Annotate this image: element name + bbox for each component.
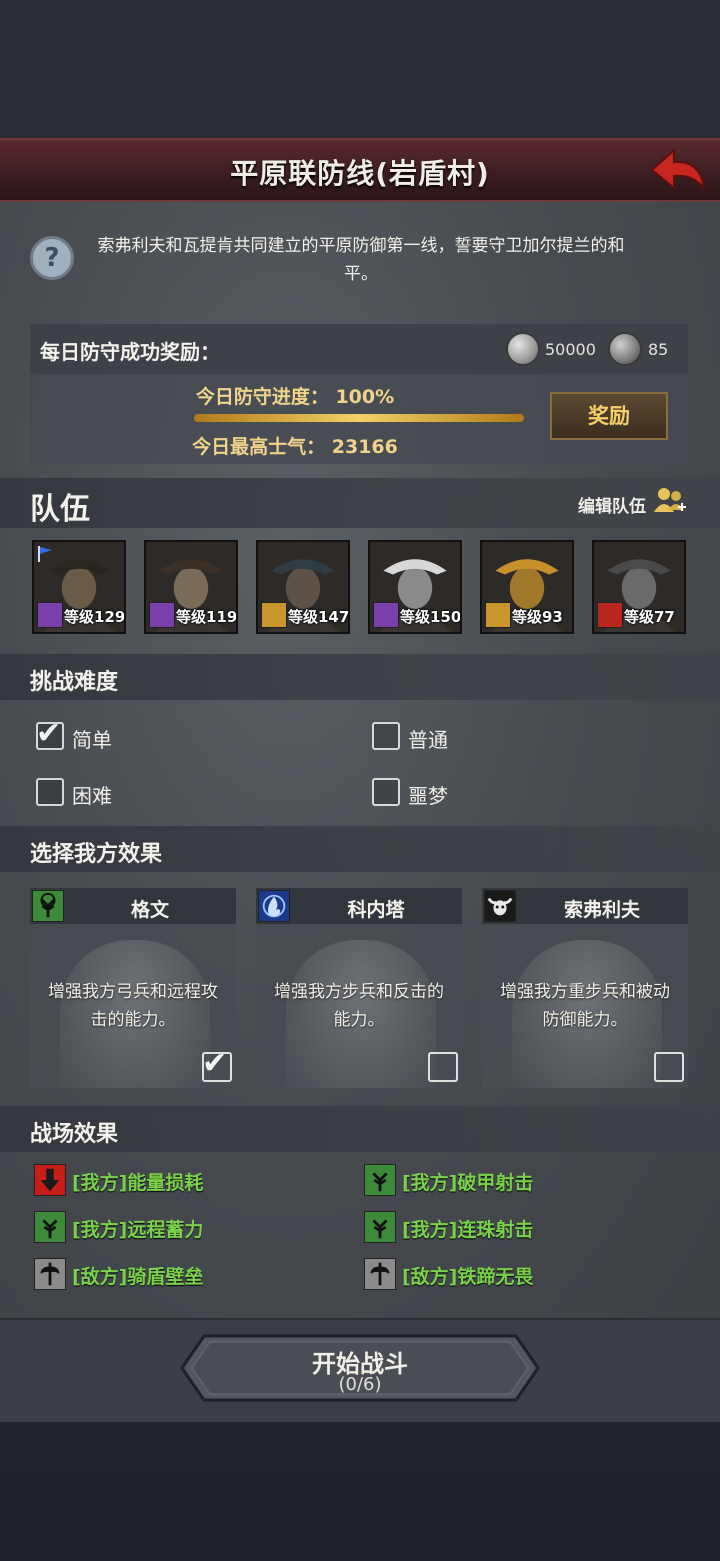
effect-checkbox[interactable]: ✔ xyxy=(202,1046,232,1082)
effect-card-desc: 增强我方步兵和反击的能力。 xyxy=(274,982,444,1030)
hero-slot[interactable]: 等级119 xyxy=(144,540,238,634)
max-morale-text: 今日最高士气： 23166 xyxy=(192,436,398,458)
hero-level: 等级77 xyxy=(624,608,675,626)
staff-icon xyxy=(149,602,175,628)
hero-level: 等级150 xyxy=(400,608,462,626)
effects-title: 选择我方效果 xyxy=(30,842,163,867)
battlefield-effect: [我方]能量损耗 xyxy=(72,1172,204,1194)
down-arrow-icon xyxy=(34,1164,66,1196)
difficulty-normal-checkbox[interactable] xyxy=(372,722,400,750)
hero-slot[interactable]: 等级93 xyxy=(480,540,574,634)
edit-team-link[interactable]: 编辑队伍 xyxy=(578,492,646,517)
effect-card-name: 格文 xyxy=(130,899,169,921)
difficulty-hard-label[interactable]: 困难 xyxy=(72,780,112,809)
staff-icon xyxy=(37,602,63,628)
difficulty-easy-checkbox[interactable]: ✔ xyxy=(36,716,64,751)
battlefield-effect: [敌方]铁蹄无畏 xyxy=(402,1266,534,1288)
effect-card-name: 科内塔 xyxy=(347,899,405,921)
difficulty-title: 挑战难度 xyxy=(30,670,119,695)
battlefield-effect: [我方]破甲射击 xyxy=(402,1172,534,1194)
effect-checkbox[interactable] xyxy=(654,1052,684,1082)
page-title: 平原联防线(岩盾村) xyxy=(230,157,490,190)
silver-coin-amount: 50000 xyxy=(545,340,596,359)
staff-icon xyxy=(373,602,399,628)
gray-medal-icon xyxy=(608,332,642,366)
axe-icon xyxy=(364,1258,396,1290)
hero-slot[interactable]: 等级129 xyxy=(32,540,126,634)
title-bar: 平原联防线(岩盾村) xyxy=(0,138,720,202)
defense-progress-bar xyxy=(194,414,524,422)
difficulty-nightmare-checkbox[interactable] xyxy=(372,778,400,806)
flame-icon xyxy=(258,890,290,922)
tree-icon xyxy=(34,1211,66,1243)
effect-card-header: 格文 xyxy=(30,888,236,924)
effect-card-desc: 增强我方重步兵和被动防御能力。 xyxy=(500,982,670,1030)
effect-card-name: 索弗利夫 xyxy=(563,899,640,921)
effect-card-header: 索弗利夫 xyxy=(482,888,688,924)
level-description: 索弗利夫和瓦提肯共同建立的平原防御第一线，誓要守卫加尔提兰的和平。 xyxy=(97,236,625,284)
battlefield-title: 战场效果 xyxy=(30,1122,119,1147)
progress-fill xyxy=(194,414,524,422)
hero-level: 等级93 xyxy=(512,608,563,626)
effect-checkbox[interactable] xyxy=(428,1052,458,1082)
screen: 平原联防线(岩盾村) ? 索弗利夫和瓦提肯共同建立的平原防御第一线，誓要守卫加尔… xyxy=(0,0,720,1561)
shield-icon xyxy=(261,602,287,628)
difficulty-easy-label[interactable]: 简单 xyxy=(72,724,112,753)
effect-card-header: 科内塔 xyxy=(256,888,462,924)
hero-level: 等级147 xyxy=(288,608,350,626)
medal-amount: 85 xyxy=(648,340,669,359)
axe-icon xyxy=(34,1258,66,1290)
effect-card-koneta[interactable]: 科内塔 增强我方步兵和反击的能力。 xyxy=(256,888,462,1088)
hero-slot[interactable]: 等级77 xyxy=(592,540,686,634)
leader-flag-icon xyxy=(38,546,52,562)
reward-button[interactable]: 奖励 xyxy=(550,392,668,440)
help-icon[interactable]: ? xyxy=(30,236,74,280)
hero-slot[interactable]: 等级150 xyxy=(368,540,462,634)
start-battle-count: (0/6) xyxy=(338,1374,382,1395)
team-title: 队伍 xyxy=(30,492,90,527)
silver-coin-icon xyxy=(506,332,540,366)
battlefield-effect: [我方]远程蓄力 xyxy=(72,1219,204,1241)
back-arrow-icon[interactable] xyxy=(644,144,710,198)
shield-icon xyxy=(485,602,511,628)
tree-icon xyxy=(32,890,64,922)
difficulty-hard-checkbox[interactable] xyxy=(36,778,64,806)
bull-skull-icon xyxy=(484,890,516,922)
hero-level: 等级129 xyxy=(64,608,126,626)
reward-title: 每日防守成功奖励： xyxy=(40,340,220,364)
horse-icon xyxy=(597,602,623,628)
reward-header: 每日防守成功奖励： 50000 85 xyxy=(30,324,688,374)
effect-card-sofulifu[interactable]: 索弗利夫 增强我方重步兵和被动防御能力。 xyxy=(482,888,688,1088)
effect-card-desc: 增强我方弓兵和远程攻击的能力。 xyxy=(48,982,218,1030)
tree-icon xyxy=(364,1211,396,1243)
difficulty-nightmare-label[interactable]: 噩梦 xyxy=(408,780,448,809)
battlefield-effect: [我方]连珠射击 xyxy=(402,1219,534,1241)
hero-slot[interactable]: 等级147 xyxy=(256,540,350,634)
difficulty-normal-label[interactable]: 普通 xyxy=(408,724,448,753)
effect-card-gewen[interactable]: 格文 增强我方弓兵和远程攻击的能力。 ✔ xyxy=(30,888,236,1088)
edit-team-icon[interactable] xyxy=(652,484,688,518)
daily-reward-panel: 每日防守成功奖励： 50000 85 今日防守进度： 100% 今日最高士气： … xyxy=(30,324,688,464)
tree-icon xyxy=(364,1164,396,1196)
battlefield-effect: [敌方]骑盾壁垒 xyxy=(72,1266,204,1288)
hero-level: 等级119 xyxy=(176,608,238,626)
defense-progress-text: 今日防守进度： 100% xyxy=(195,386,395,408)
